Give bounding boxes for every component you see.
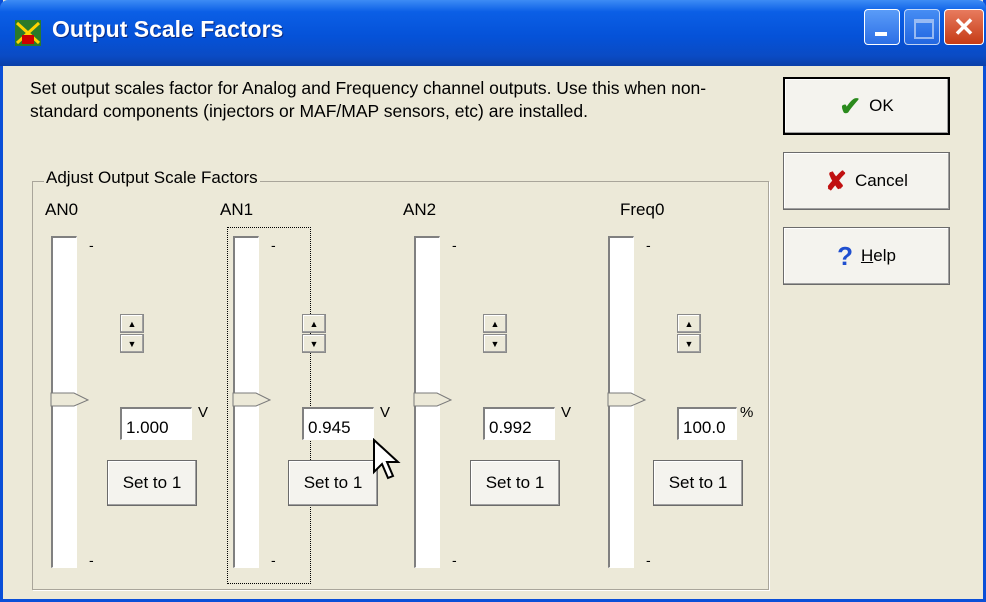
slider-thumb-freq0[interactable] [607,392,647,414]
slider-thumb-an2[interactable] [413,392,453,414]
maximize-icon [914,19,934,39]
cancel-label: Cancel [854,171,908,190]
close-icon: ✕ [953,12,975,42]
spin-up-icon[interactable]: ▲ [483,314,507,333]
ok-button[interactable]: ✔ OK [783,77,950,135]
question-icon: ? [837,240,853,271]
tick-top-an1: - [271,237,276,253]
mouse-cursor-icon [373,438,401,480]
channel-label-freq0: Freq0 [620,200,665,219]
spin-an1[interactable]: ▲ ▼ [302,314,326,354]
help-label: Help [860,246,896,265]
spin-up-icon[interactable]: ▲ [677,314,701,333]
ok-label: OK [869,96,894,115]
channel-label-an1: AN1 [220,200,254,219]
tick-bottom-an0: - [89,552,94,568]
tick-top-an0: - [89,237,94,253]
close-button[interactable]: ✕ [944,9,984,45]
spin-an2[interactable]: ▲ ▼ [483,314,507,354]
check-icon: ✔ [839,90,862,121]
tick-top-freq0: - [646,237,651,253]
spin-up-icon[interactable]: ▲ [302,314,326,333]
tick-bottom-an2: - [452,552,457,568]
spin-down-icon[interactable]: ▼ [677,334,701,353]
minimize-icon [875,32,887,36]
value-field-freq0[interactable]: 100.0 [677,407,737,440]
tick-bottom-an1: - [271,552,276,568]
help-button[interactable]: ? Help [783,227,950,285]
set-to-1-button-an2[interactable]: Set to 1 [470,460,560,506]
slider-thumb-an1[interactable] [232,392,272,414]
window-title: Output Scale Factors [52,16,284,42]
spin-up-icon[interactable]: ▲ [120,314,144,333]
set-to-1-button-an1[interactable]: Set to 1 [288,460,378,506]
minimize-button[interactable] [864,9,900,45]
channel-label-an0: AN0 [45,200,79,219]
unit-an0: V [198,404,209,421]
app-icon [15,20,41,46]
spin-down-icon[interactable]: ▼ [120,334,144,353]
value-field-an0[interactable]: 1.000 [120,407,192,440]
x-icon: ✘ [825,165,847,196]
tick-top-an2: - [452,237,457,253]
maximize-button[interactable] [904,9,940,45]
unit-an1: V [380,404,391,421]
group-label: Adjust Output Scale Factors [44,168,260,188]
value-field-an1[interactable]: 0.945 [302,407,374,440]
scale-factors-group [32,181,769,590]
spin-down-icon[interactable]: ▼ [302,334,326,353]
slider-thumb-an0[interactable] [50,392,90,414]
set-to-1-button-freq0[interactable]: Set to 1 [653,460,743,506]
channel-label-an2: AN2 [403,200,437,219]
spin-down-icon[interactable]: ▼ [483,334,507,353]
description-text: Set output scales factor for Analog and … [30,78,707,121]
spin-an0[interactable]: ▲ ▼ [120,314,144,354]
value-field-an2[interactable]: 0.992 [483,407,555,440]
set-to-1-button-an0[interactable]: Set to 1 [107,460,197,506]
cancel-button[interactable]: ✘ Cancel [783,152,950,210]
unit-freq0: % [740,404,754,421]
tick-bottom-freq0: - [646,552,651,568]
unit-an2: V [561,404,572,421]
title-bar[interactable]: Output Scale Factors ✕ [0,0,986,66]
spin-freq0[interactable]: ▲ ▼ [677,314,701,354]
